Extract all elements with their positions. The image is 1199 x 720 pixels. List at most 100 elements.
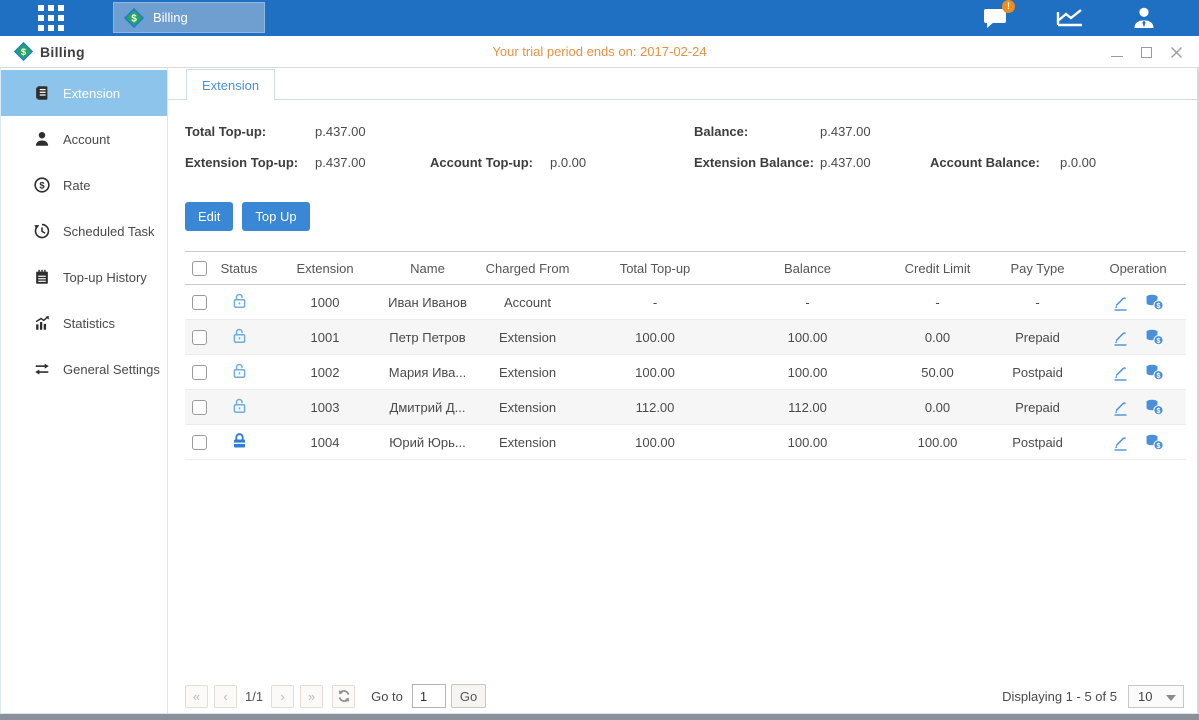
operation-cell: $: [1090, 399, 1186, 416]
table-body: 1000Иван ИвановAccount----$1001Петр Петр…: [185, 285, 1186, 460]
notification-badge: !: [1002, 0, 1015, 13]
col-extension: Extension: [265, 261, 385, 276]
svg-text:$: $: [131, 13, 137, 24]
sidebar-item-account[interactable]: Account: [1, 116, 167, 162]
row-checkbox[interactable]: [192, 400, 207, 415]
sidebar-item-scheduled-task[interactable]: Scheduled Task: [1, 208, 167, 254]
balance-label: Balance:: [694, 124, 748, 139]
topup-row-icon[interactable]: $: [1145, 434, 1164, 451]
general-settings-icon: [33, 360, 51, 378]
edit-row-icon[interactable]: [1112, 434, 1129, 451]
first-page-button[interactable]: «: [185, 685, 208, 708]
sidebar-item-extension[interactable]: Extension: [1, 70, 167, 116]
status-cell: [185, 330, 213, 345]
total-topup-cell: 100.00: [585, 365, 725, 380]
pagination-right: Displaying 1 - 5 of 5 10: [1002, 685, 1184, 708]
credit-limit-cell: 100.00: [890, 435, 985, 450]
billing-window-icon: $: [14, 42, 33, 61]
sidebar-item-statistics[interactable]: Statistics: [1, 300, 167, 346]
charged-from-cell: Extension: [470, 365, 585, 380]
prev-page-button[interactable]: ‹: [214, 685, 237, 708]
sidebar-item-label: Statistics: [63, 316, 115, 331]
refresh-icon[interactable]: [332, 685, 355, 708]
sidebar-item-label: Extension: [63, 86, 120, 101]
select-all-checkbox[interactable]: [192, 261, 207, 276]
row-checkbox[interactable]: [192, 330, 207, 345]
tab-extension[interactable]: Extension: [186, 69, 275, 100]
balance-cell: 100.00: [725, 365, 890, 380]
table-row[interactable]: 1002Мария Ива...Extension100.00100.0050.…: [185, 355, 1186, 390]
col-credit-limit: Credit Limit: [890, 261, 985, 276]
sidebar-item-general-settings[interactable]: General Settings: [1, 346, 167, 392]
name-cell: Юрий Юрь...: [385, 435, 470, 450]
minimize-icon[interactable]: [1110, 46, 1123, 59]
status-cell: [213, 362, 265, 382]
page-size-select[interactable]: 10: [1128, 685, 1184, 708]
table-row[interactable]: 1004Юрий Юрь...Extension100.00100.00100.…: [185, 425, 1186, 460]
next-page-button[interactable]: ›: [271, 685, 294, 708]
window-body: Extension Account $RateScheduled TaskTop-u…: [0, 68, 1199, 713]
pay-type-cell: Prepaid: [985, 330, 1090, 345]
maximize-icon[interactable]: [1140, 46, 1153, 59]
topup-row-icon[interactable]: $: [1145, 294, 1164, 311]
chevron-down-icon: [1166, 695, 1176, 701]
name-cell: Иван Иванов: [385, 295, 470, 310]
app-grid-icon[interactable]: [33, 4, 69, 32]
row-checkbox[interactable]: [192, 435, 207, 450]
charged-from-cell: Extension: [470, 400, 585, 415]
edit-button[interactable]: Edit: [185, 202, 233, 231]
col-balance: Balance: [725, 261, 890, 276]
last-page-button[interactable]: »: [300, 685, 323, 708]
col-name: Name: [385, 261, 470, 276]
status-cell: [213, 327, 265, 347]
topup-row-icon[interactable]: $: [1145, 364, 1164, 381]
goto-label: Go to: [371, 689, 403, 704]
row-checkbox[interactable]: [192, 295, 207, 310]
status-cell: [213, 397, 265, 417]
charged-from-cell: Extension: [470, 330, 585, 345]
table-row[interactable]: 1003Дмитрий Д...Extension112.00112.000.0…: [185, 390, 1186, 425]
status-cell: [185, 400, 213, 415]
status-cell: [185, 435, 213, 450]
extension-balance-value: p.437.00: [820, 155, 871, 170]
credit-limit-cell: 0.00: [890, 400, 985, 415]
sidebar-item-top-up-history[interactable]: Top-up History: [1, 254, 167, 300]
page-size-value: 10: [1138, 689, 1152, 704]
extensions-table: Status Extension Name Charged From Total…: [185, 251, 1186, 460]
sidebar-item-label: Account: [63, 132, 110, 147]
topbar-billing-tab[interactable]: $ Billing: [113, 2, 265, 33]
app-window: $ Billing ! $ Billing Your trial period …: [0, 0, 1199, 720]
topup-row-icon[interactable]: $: [1145, 399, 1164, 416]
edit-row-icon[interactable]: [1112, 364, 1129, 381]
extension-topup-label: Extension Top-up:: [185, 155, 298, 170]
go-button[interactable]: Go: [451, 684, 486, 708]
table-header: Status Extension Name Charged From Total…: [185, 251, 1186, 285]
table-row[interactable]: 1000Иван ИвановAccount----$: [185, 285, 1186, 320]
header-checkbox-cell: [185, 261, 213, 276]
edit-row-icon[interactable]: [1112, 329, 1129, 346]
window-title-text: Billing: [40, 44, 85, 60]
sidebar-item-rate[interactable]: $Rate: [1, 162, 167, 208]
edit-row-icon[interactable]: [1112, 399, 1129, 416]
name-cell: Петр Петров: [385, 330, 470, 345]
unlocked-icon: [231, 327, 248, 344]
messages-icon[interactable]: !: [981, 5, 1011, 31]
tabstrip: Extension: [168, 68, 1197, 100]
total-topup-cell: 100.00: [585, 330, 725, 345]
edit-row-icon[interactable]: [1112, 294, 1129, 311]
user-icon[interactable]: [1129, 5, 1159, 31]
topup-row-icon[interactable]: $: [1145, 329, 1164, 346]
goto-page-input[interactable]: [412, 684, 446, 708]
name-cell: Мария Ива...: [385, 365, 470, 380]
reports-icon[interactable]: [1055, 5, 1085, 31]
close-icon[interactable]: [1170, 46, 1183, 59]
operation-cell: $: [1090, 364, 1186, 381]
credit-limit-cell: 50.00: [890, 365, 985, 380]
row-checkbox[interactable]: [192, 365, 207, 380]
topup-button[interactable]: Top Up: [242, 202, 309, 231]
svg-text:$: $: [1157, 408, 1161, 415]
scheduled-task-icon: [33, 222, 51, 240]
balance-cell: 112.00: [725, 400, 890, 415]
table-row[interactable]: 1001Петр ПетровExtension100.00100.000.00…: [185, 320, 1186, 355]
pay-type-cell: Postpaid: [985, 365, 1090, 380]
